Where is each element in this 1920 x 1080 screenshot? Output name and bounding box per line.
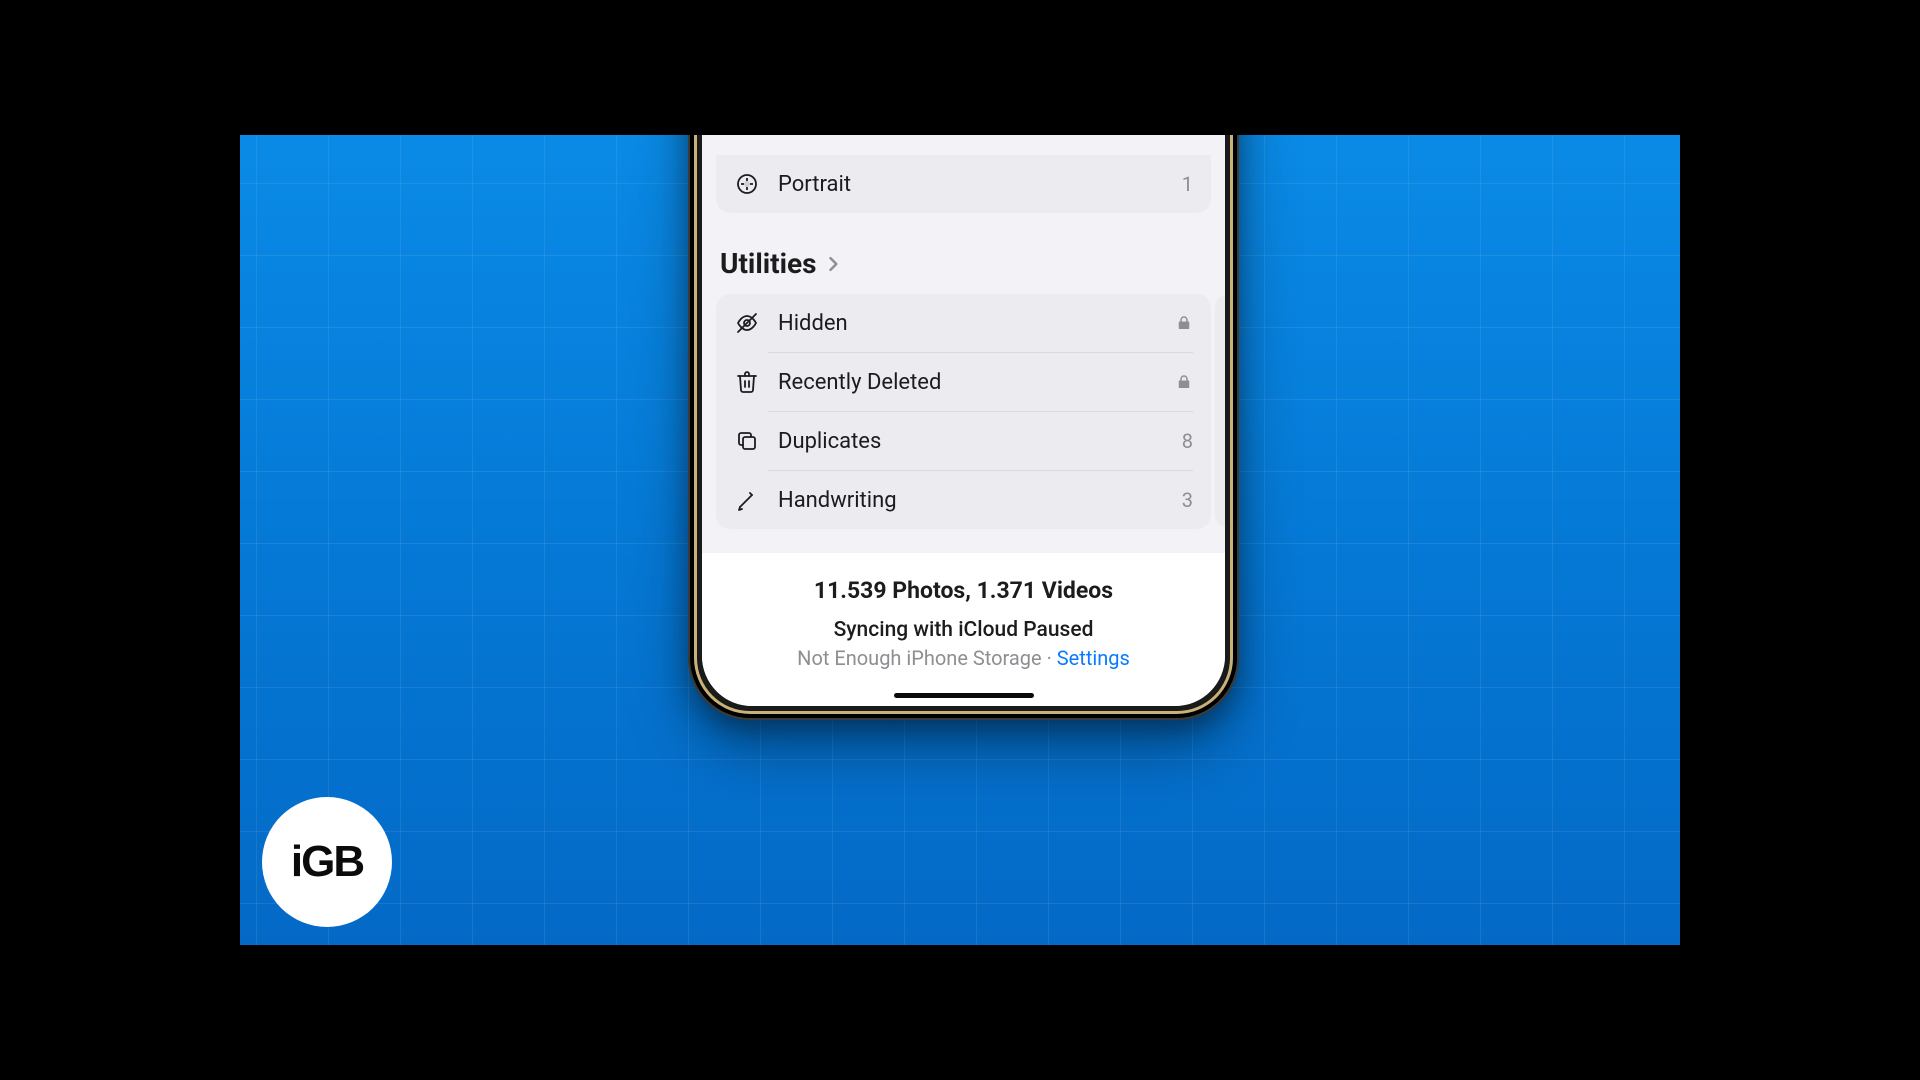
row-label: Recently Deleted xyxy=(778,370,1175,395)
sync-status: Syncing with iCloud Paused xyxy=(722,618,1205,642)
row-label: Hidden xyxy=(778,311,1175,336)
utilities-card: HiddenRecently DeletedDuplicates8Handwri… xyxy=(716,294,1211,529)
pencil-icon xyxy=(734,487,760,513)
trash-icon xyxy=(734,369,760,395)
section-title-label: Utilities xyxy=(720,247,817,280)
album-count: 1 xyxy=(1182,172,1193,196)
row-label: Duplicates xyxy=(778,429,1182,454)
row-label: Handwriting xyxy=(778,488,1182,513)
lock-icon xyxy=(1175,373,1193,391)
igb-badge: iGB xyxy=(262,797,392,927)
eye-off-icon xyxy=(734,310,760,336)
chevron-right-icon xyxy=(823,254,843,274)
lock-icon xyxy=(1175,314,1193,332)
library-counts: 11.539 Photos, 1.371 Videos xyxy=(722,577,1205,604)
focus-icon xyxy=(734,171,760,197)
album-row-portrait[interactable]: Portrait 1 xyxy=(716,155,1211,213)
stage: Portrait 1 Utilities xyxy=(0,0,1920,1080)
row-count: 3 xyxy=(1182,488,1193,512)
phone-screen: Portrait 1 Utilities xyxy=(702,135,1225,706)
home-indicator[interactable] xyxy=(894,693,1034,698)
phone-frame: Portrait 1 Utilities xyxy=(688,135,1239,720)
storage-status: Not Enough iPhone Storage · Settings xyxy=(722,646,1205,670)
utilities-row-duplicates[interactable]: Duplicates8 xyxy=(768,411,1193,470)
settings-link[interactable]: Settings xyxy=(1057,646,1130,670)
utilities-header[interactable]: Utilities xyxy=(720,247,1207,280)
utilities-row-hidden[interactable]: Hidden xyxy=(716,294,1211,352)
library-footer: 11.539 Photos, 1.371 Videos Syncing with… xyxy=(702,553,1225,706)
row-count: 8 xyxy=(1182,429,1193,453)
copy-icon xyxy=(734,428,760,454)
screen-content: Portrait 1 Utilities xyxy=(702,135,1225,706)
igb-badge-text: iGB xyxy=(291,837,363,887)
utilities-row-recently-deleted[interactable]: Recently Deleted xyxy=(768,352,1193,411)
blueprint-background: Portrait 1 Utilities xyxy=(240,135,1680,945)
storage-text: Not Enough iPhone Storage · xyxy=(797,646,1057,670)
media-types-card: Portrait 1 xyxy=(716,155,1211,213)
albums-content: Portrait 1 Utilities xyxy=(702,155,1225,706)
utilities-row-handwriting[interactable]: Handwriting3 xyxy=(768,470,1193,529)
album-label: Portrait xyxy=(778,172,1182,197)
